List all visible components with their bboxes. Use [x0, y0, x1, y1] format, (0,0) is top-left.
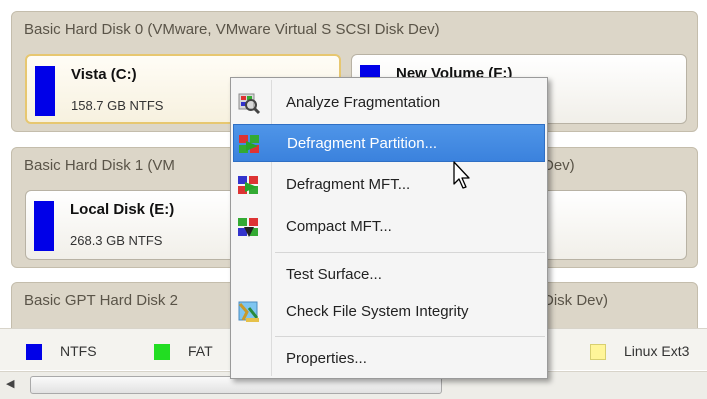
legend-label: NTFS	[60, 343, 97, 359]
compact-mft-icon	[238, 218, 258, 237]
defragment-partition-icon	[239, 135, 259, 153]
menu-item-label: Defragment MFT...	[286, 176, 411, 193]
ntfs-color-swatch	[35, 66, 55, 116]
disk-title: Basic Hard Disk 0 (VMware, VMware Virtua…	[24, 21, 440, 38]
menu-item-label: Check File System Integrity	[286, 303, 469, 320]
legend-swatch	[26, 344, 42, 360]
disk-title: Basic GPT Hard Disk 2	[24, 292, 178, 309]
partition-info: 158.7 GB NTFS	[71, 98, 164, 113]
disk-title: Basic Hard Disk 1 (VM	[24, 157, 175, 174]
menu-item-label: Analyze Fragmentation	[286, 94, 441, 111]
scroll-left-arrow-icon[interactable]: ◀	[6, 377, 14, 390]
menu-item-label: Test Surface...	[286, 266, 382, 283]
ntfs-color-swatch	[34, 201, 54, 251]
mouse-pointer-icon	[453, 161, 470, 189]
legend-label: FAT	[188, 343, 213, 359]
menu-item-defragment-mft[interactable]: Defragment MFT...	[233, 166, 545, 204]
analyze-fragmentation-icon	[238, 93, 261, 115]
menu-item-test-surface[interactable]: Test Surface...	[233, 256, 545, 294]
partition-info: 268.3 GB NTFS	[70, 233, 163, 248]
menu-separator	[275, 336, 545, 337]
defragment-mft-icon	[238, 176, 258, 194]
legend-label: Linux Ext3	[624, 343, 690, 359]
menu-item-compact-mft[interactable]: Compact MFT...	[233, 208, 545, 246]
menu-item-properties[interactable]: Properties...	[233, 340, 545, 378]
legend-swatch	[590, 344, 606, 360]
check-integrity-icon	[238, 301, 259, 322]
legend-swatch	[154, 344, 170, 360]
partition-name: Local Disk (E:)	[70, 201, 175, 218]
context-menu: Analyze Fragmentation Defragment Partiti…	[230, 77, 548, 379]
menu-item-label: Properties...	[286, 350, 367, 367]
menu-item-label: Defragment Partition...	[287, 135, 438, 152]
menu-item-defragment-partition[interactable]: Defragment Partition...	[233, 124, 545, 162]
menu-item-check-file-system-integrity[interactable]: Check File System Integrity	[233, 293, 545, 331]
menu-item-label: Compact MFT...	[286, 218, 392, 235]
disk-title-tail: Disk Dev)	[543, 292, 609, 309]
menu-separator	[275, 252, 545, 253]
partition-name: Vista (C:)	[71, 66, 137, 83]
menu-item-analyze-fragmentation[interactable]: Analyze Fragmentation	[233, 84, 545, 122]
